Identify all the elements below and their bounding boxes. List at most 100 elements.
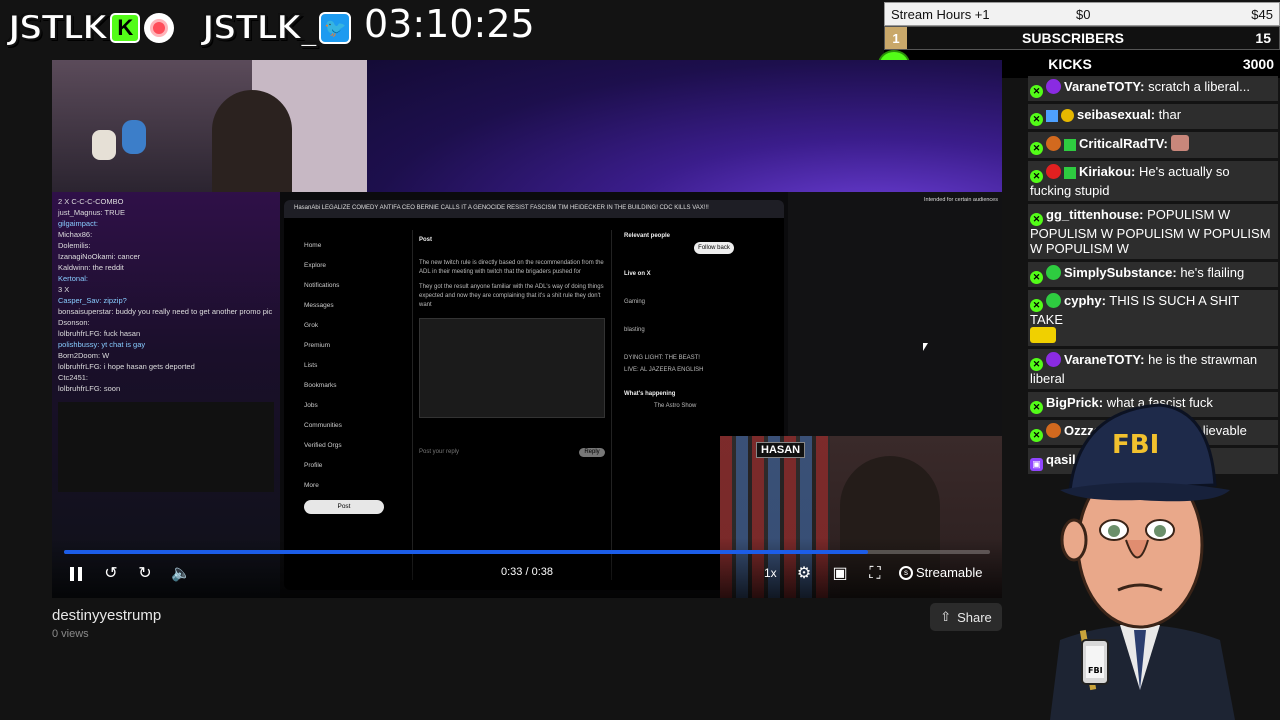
forward-icon: ↻	[138, 565, 152, 582]
stream-hours-goal: Stream Hours +1 $0 $45	[884, 2, 1280, 26]
svg-text:FBI: FBI	[1112, 430, 1159, 460]
x-relevant-people: Relevant people	[624, 233, 671, 239]
sub-badge-icon	[1046, 136, 1061, 151]
emote-icon	[1171, 135, 1190, 151]
pause-button[interactable]	[66, 564, 86, 584]
embedded-chat-line: IzanagiNoOkami: cancer	[58, 252, 141, 261]
goal-current-amount: $0	[1076, 6, 1091, 22]
kick-icon: ✕	[1030, 170, 1043, 183]
picture-in-picture-icon: ▣	[832, 565, 848, 582]
chat-username: VaraneTOTY:	[1064, 79, 1145, 94]
x-live-heading: Live on X	[624, 271, 651, 277]
view-count: 0 views	[52, 628, 89, 640]
x-post-image	[419, 318, 605, 418]
embedded-chat-line: gilgaimpact:	[58, 219, 99, 228]
mouse-cursor-icon	[923, 343, 928, 351]
embedded-right-chat: Intended for certain audiences	[788, 192, 1002, 438]
x-whats-happening: What's happening	[624, 391, 676, 397]
x-nav-item: Explore	[304, 262, 327, 269]
x-reply-button: Reply	[579, 448, 605, 457]
embedded-chat-line: polishbussy: yt chat is gay	[58, 340, 146, 349]
fbi-agent-mascot: FBI FBI	[1050, 403, 1235, 720]
x-post-thread: Post The new twitch rule is directly bas…	[412, 230, 612, 580]
kick-icon: ✕	[1030, 213, 1043, 226]
fullscreen-button[interactable]: ⛶	[865, 564, 885, 584]
x-nav-item: Premium	[304, 342, 331, 349]
embedded-chat-line: lolbruhfrLFG: i hope hasan gets deported	[58, 362, 195, 371]
sub-badge-icon	[1046, 79, 1061, 94]
streamer-figure	[212, 90, 292, 192]
pip-button[interactable]: ▣	[830, 564, 850, 584]
x-sidebar-nav: Home Explore Notifications Messages Grok…	[304, 236, 404, 514]
emote-icon	[1030, 327, 1056, 343]
kick-logo-text: JSTLK	[7, 7, 109, 49]
kicks-count: 3000	[1242, 56, 1274, 72]
x-live-item: Gaming	[624, 299, 646, 305]
fbi-badge-icon: FBI	[1086, 646, 1104, 678]
kick-icon: K	[110, 13, 141, 43]
streamable-brand-link[interactable]: s Streamable	[899, 565, 982, 580]
x-nav-item: More	[304, 482, 319, 489]
video-player[interactable]: 2 X C-C-C-COMBO just_Magnus: TRUE gilgai…	[52, 60, 1002, 598]
video-title: destinyyestrump	[52, 607, 162, 624]
x-browser-window: HasanAbi LEGALIZE COMEDY ANTIFA CEO BERN…	[284, 200, 784, 590]
embedded-chat-line: Dolemilis:	[58, 241, 91, 250]
settings-button[interactable]: ⚙	[794, 564, 814, 584]
embedded-chat-line: Michax86:	[58, 230, 93, 239]
x-nav-item: Notifications	[304, 282, 340, 289]
x-post-title: Post	[419, 237, 433, 243]
subscribers-count: 15	[1255, 30, 1271, 46]
chat-text: THIS IS SUCH A SHIT TAKE	[1030, 293, 1240, 327]
goal-target-amount: $45	[1251, 6, 1273, 22]
rewind-icon: ↺	[104, 565, 118, 582]
gear-icon: ⚙	[796, 565, 812, 582]
x-tab-title: HasanAbi LEGALIZE COMEDY ANTIFA CEO BERN…	[284, 200, 784, 218]
chat-message: ✕ CriticalRadTV:	[1028, 132, 1278, 158]
x-nav-item: Profile	[304, 462, 323, 469]
x-nav-item: Verified Orgs	[304, 442, 342, 449]
x-nav-item: Home	[304, 242, 322, 249]
twitter-bird-icon: 🐦	[319, 12, 352, 44]
kick-icon: ✕	[1030, 358, 1043, 371]
chat-message: ✕ VaraneTOTY: he is the strawman liberal	[1028, 349, 1278, 389]
x-nav-item: Messages	[304, 302, 334, 309]
embedded-chat-line: lolbruhfrLFG: fuck hasan	[58, 329, 141, 338]
chat-message: ✕ Kiriakou: He's actually so fucking stup…	[1028, 161, 1278, 201]
chat-message: ✕ gg_tittenhouse: POPULISM W POPULISM W P…	[1028, 204, 1278, 259]
kick-icon: ✕	[1030, 271, 1043, 284]
audience-warning: Intended for certain audiences	[924, 197, 998, 203]
embedded-chat-line: Casper_Sav: zipzip?	[58, 296, 127, 305]
x-reply-input: Post your reply	[419, 449, 460, 455]
rewind-button[interactable]: ↺	[100, 564, 122, 584]
chat-username: seibasexual:	[1077, 107, 1156, 122]
chat-message: ✕ cyphy: THIS IS SUCH A SHIT TAKE	[1028, 290, 1278, 346]
subscribers-counter: 1 SUBSCRIBERS 15	[884, 26, 1280, 50]
x-nav-item: Jobs	[304, 402, 318, 409]
kick-icon: ✕	[1030, 142, 1043, 155]
share-button[interactable]: ⇧ Share	[930, 603, 1002, 631]
gift-badge-icon	[1064, 139, 1076, 151]
embedded-chat-line: 2 X C-C-C-COMBO	[58, 197, 124, 206]
chat-username: SimplySubstance:	[1064, 265, 1177, 280]
stream-hours-label: Stream Hours +1	[891, 6, 990, 22]
x-post-body: The new twitch rule is directly based on…	[419, 260, 604, 275]
chat-username: gg_tittenhouse:	[1046, 207, 1144, 222]
volume-button[interactable]: 🔈	[170, 564, 192, 584]
embedded-chat-line: bonsaisuperstar: buddy you really need t…	[58, 307, 273, 316]
x-nav-item: Lists	[304, 362, 318, 369]
pause-icon	[70, 567, 82, 581]
fullscreen-icon: ⛶	[869, 565, 881, 582]
embedded-chat-line: Kertonal:	[58, 274, 89, 283]
x-live-item: DYING LIGHT: THE BEAST!	[624, 355, 700, 361]
embedded-chat-line: Dsonson:	[58, 318, 90, 327]
live-record-icon	[144, 13, 175, 43]
x-right-sidebar: Relevant people Follow back Live on X Ga…	[624, 230, 774, 412]
fbi-cap-icon: FBI	[1060, 403, 1230, 502]
sub-badge-icon	[1046, 352, 1061, 367]
subscribers-rank: 1	[885, 27, 907, 49]
progress-bar[interactable]	[64, 550, 990, 554]
chat-text: scratch a liberal...	[1148, 79, 1250, 94]
sub-badge-icon	[1046, 265, 1061, 280]
playback-rate-button[interactable]: 1x	[764, 566, 777, 580]
forward-button[interactable]: ↻	[134, 564, 156, 584]
